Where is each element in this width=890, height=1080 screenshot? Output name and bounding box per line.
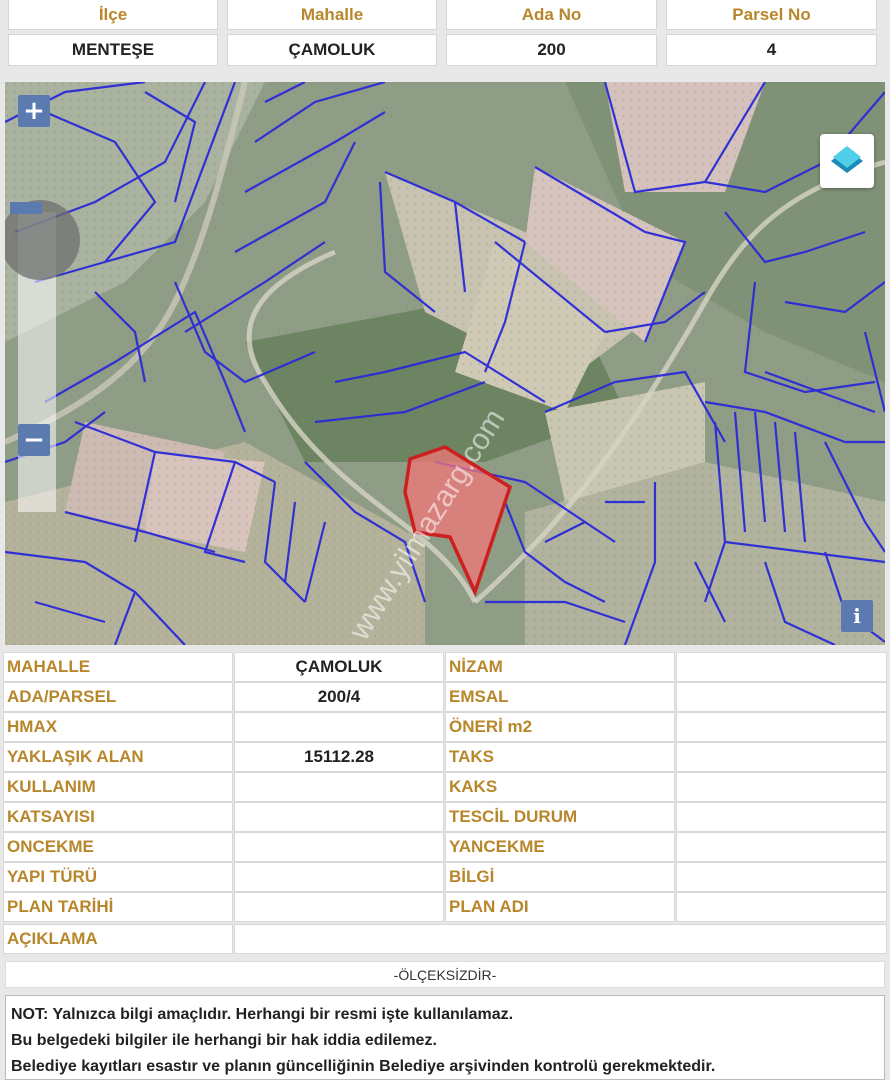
table-value: [234, 802, 444, 832]
table-key: HMAX: [3, 712, 233, 742]
table-key: YAKLAŞIK ALAN: [3, 742, 233, 772]
table-value: [676, 802, 887, 832]
header-label-parcel-no: Parsel No: [666, 0, 877, 30]
table-value: 200/4: [234, 682, 444, 712]
note-line: Bu belgedeki bilgiler ile herhangi bir h…: [11, 1032, 437, 1049]
table-key: ADA/PARSEL: [3, 682, 233, 712]
table-row-description: AÇIKLAMA: [3, 924, 887, 954]
table-value: ÇAMOLUK: [234, 652, 444, 682]
table-value: [234, 892, 444, 922]
table-key: PLAN TARİHİ: [3, 892, 233, 922]
layers-button[interactable]: [820, 134, 874, 188]
satellite-parcel-layer: www.yilmazarg.com: [5, 82, 885, 645]
table-key: ÖNERİ m2: [445, 712, 675, 742]
table-row: ADA/PARSEL 200/4 EMSAL: [3, 682, 887, 712]
table-row: HMAX ÖNERİ m2: [3, 712, 887, 742]
table-value: [676, 712, 887, 742]
table-value: 15112.28: [234, 742, 444, 772]
table-value: [234, 772, 444, 802]
header-label-neighborhood: Mahalle: [227, 0, 437, 30]
zoom-in-button[interactable]: +: [18, 95, 50, 127]
description-label: AÇIKLAMA: [3, 924, 233, 954]
header-value-neighborhood: ÇAMOLUK: [227, 34, 437, 66]
table-value: [234, 712, 444, 742]
table-key: MAHALLE: [3, 652, 233, 682]
table-key: EMSAL: [445, 682, 675, 712]
parcel-header: İlçe Mahalle Ada No Parsel No MENTEŞE ÇA…: [0, 0, 890, 74]
layers-icon: [831, 146, 863, 173]
table-value: [234, 862, 444, 892]
note-line: Belediye kayıtları esastır ve planın gün…: [11, 1058, 716, 1075]
table-row: ONCEKME YANCEKME: [3, 832, 887, 862]
table-key: KULLANIM: [3, 772, 233, 802]
table-row: MAHALLE ÇAMOLUK NİZAM: [3, 652, 887, 682]
header-value-block-no: 200: [446, 34, 657, 66]
table-row: KATSAYISI TESCİL DURUM: [3, 802, 887, 832]
header-value-parcel-no: 4: [666, 34, 877, 66]
table-value: [676, 742, 887, 772]
header-label-district: İlçe: [8, 0, 218, 30]
parcel-map[interactable]: www.yilmazarg.com + − i: [5, 82, 885, 645]
table-key: YANCEKME: [445, 832, 675, 862]
table-value: [676, 682, 887, 712]
table-value: [676, 862, 887, 892]
table-value: [234, 832, 444, 862]
table-value: [676, 652, 887, 682]
zoom-out-button[interactable]: −: [18, 424, 50, 456]
table-key: TAKS: [445, 742, 675, 772]
description-value: [234, 924, 887, 954]
table-row: KULLANIM KAKS: [3, 772, 887, 802]
table-key: KAKS: [445, 772, 675, 802]
table-key: BİLGİ: [445, 862, 675, 892]
table-key: NİZAM: [445, 652, 675, 682]
table-key: ONCEKME: [3, 832, 233, 862]
header-value-district: MENTEŞE: [8, 34, 218, 66]
info-button[interactable]: i: [841, 600, 873, 632]
disclaimer-note: NOT: Yalnızca bilgi amaçlıdır. Herhangi …: [5, 995, 885, 1080]
scale-notice: -ÖLÇEKSİZDİR-: [5, 961, 885, 988]
table-value: [676, 772, 887, 802]
table-key: KATSAYISI: [3, 802, 233, 832]
table-value: [676, 832, 887, 862]
header-label-block-no: Ada No: [446, 0, 657, 30]
table-row: PLAN TARİHİ PLAN ADI: [3, 892, 887, 922]
table-value: [676, 892, 887, 922]
table-key: PLAN ADI: [445, 892, 675, 922]
table-key: TESCİL DURUM: [445, 802, 675, 832]
table-row: YAKLAŞIK ALAN 15112.28 TAKS: [3, 742, 887, 772]
table-key: YAPI TÜRÜ: [3, 862, 233, 892]
note-line: NOT: Yalnızca bilgi amaçlıdır. Herhangi …: [11, 1006, 514, 1023]
table-row: YAPI TÜRÜ BİLGİ: [3, 862, 887, 892]
